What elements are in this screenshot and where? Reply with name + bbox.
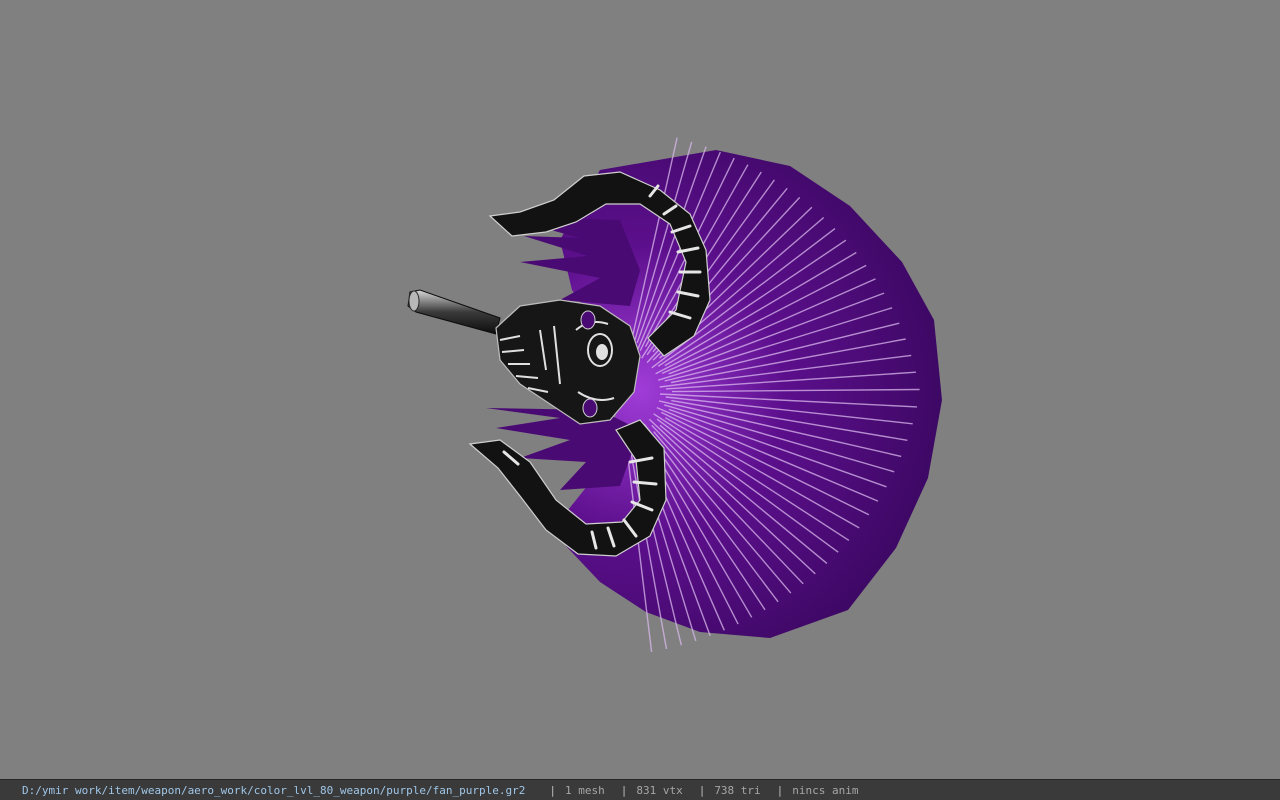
vertex-count: 831 vtx — [636, 783, 683, 797]
separator: | — [776, 783, 784, 797]
3d-viewport[interactable] — [0, 0, 1280, 779]
fan-model-render — [407, 137, 942, 653]
triangle-count: 738 tri — [714, 783, 761, 797]
status-bar: D:/ymir work/item/weapon/aero_work/color… — [0, 779, 1280, 800]
separator: | — [620, 783, 628, 797]
separator: | — [549, 783, 556, 797]
fan-handle — [407, 289, 501, 335]
animation-status: nincs anim — [792, 783, 859, 797]
mesh-count: 1 mesh — [564, 783, 605, 797]
separator: | — [698, 783, 706, 797]
skull-ornament — [495, 299, 641, 425]
file-path: D:/ymir work/item/weapon/aero_work/color… — [22, 783, 526, 797]
